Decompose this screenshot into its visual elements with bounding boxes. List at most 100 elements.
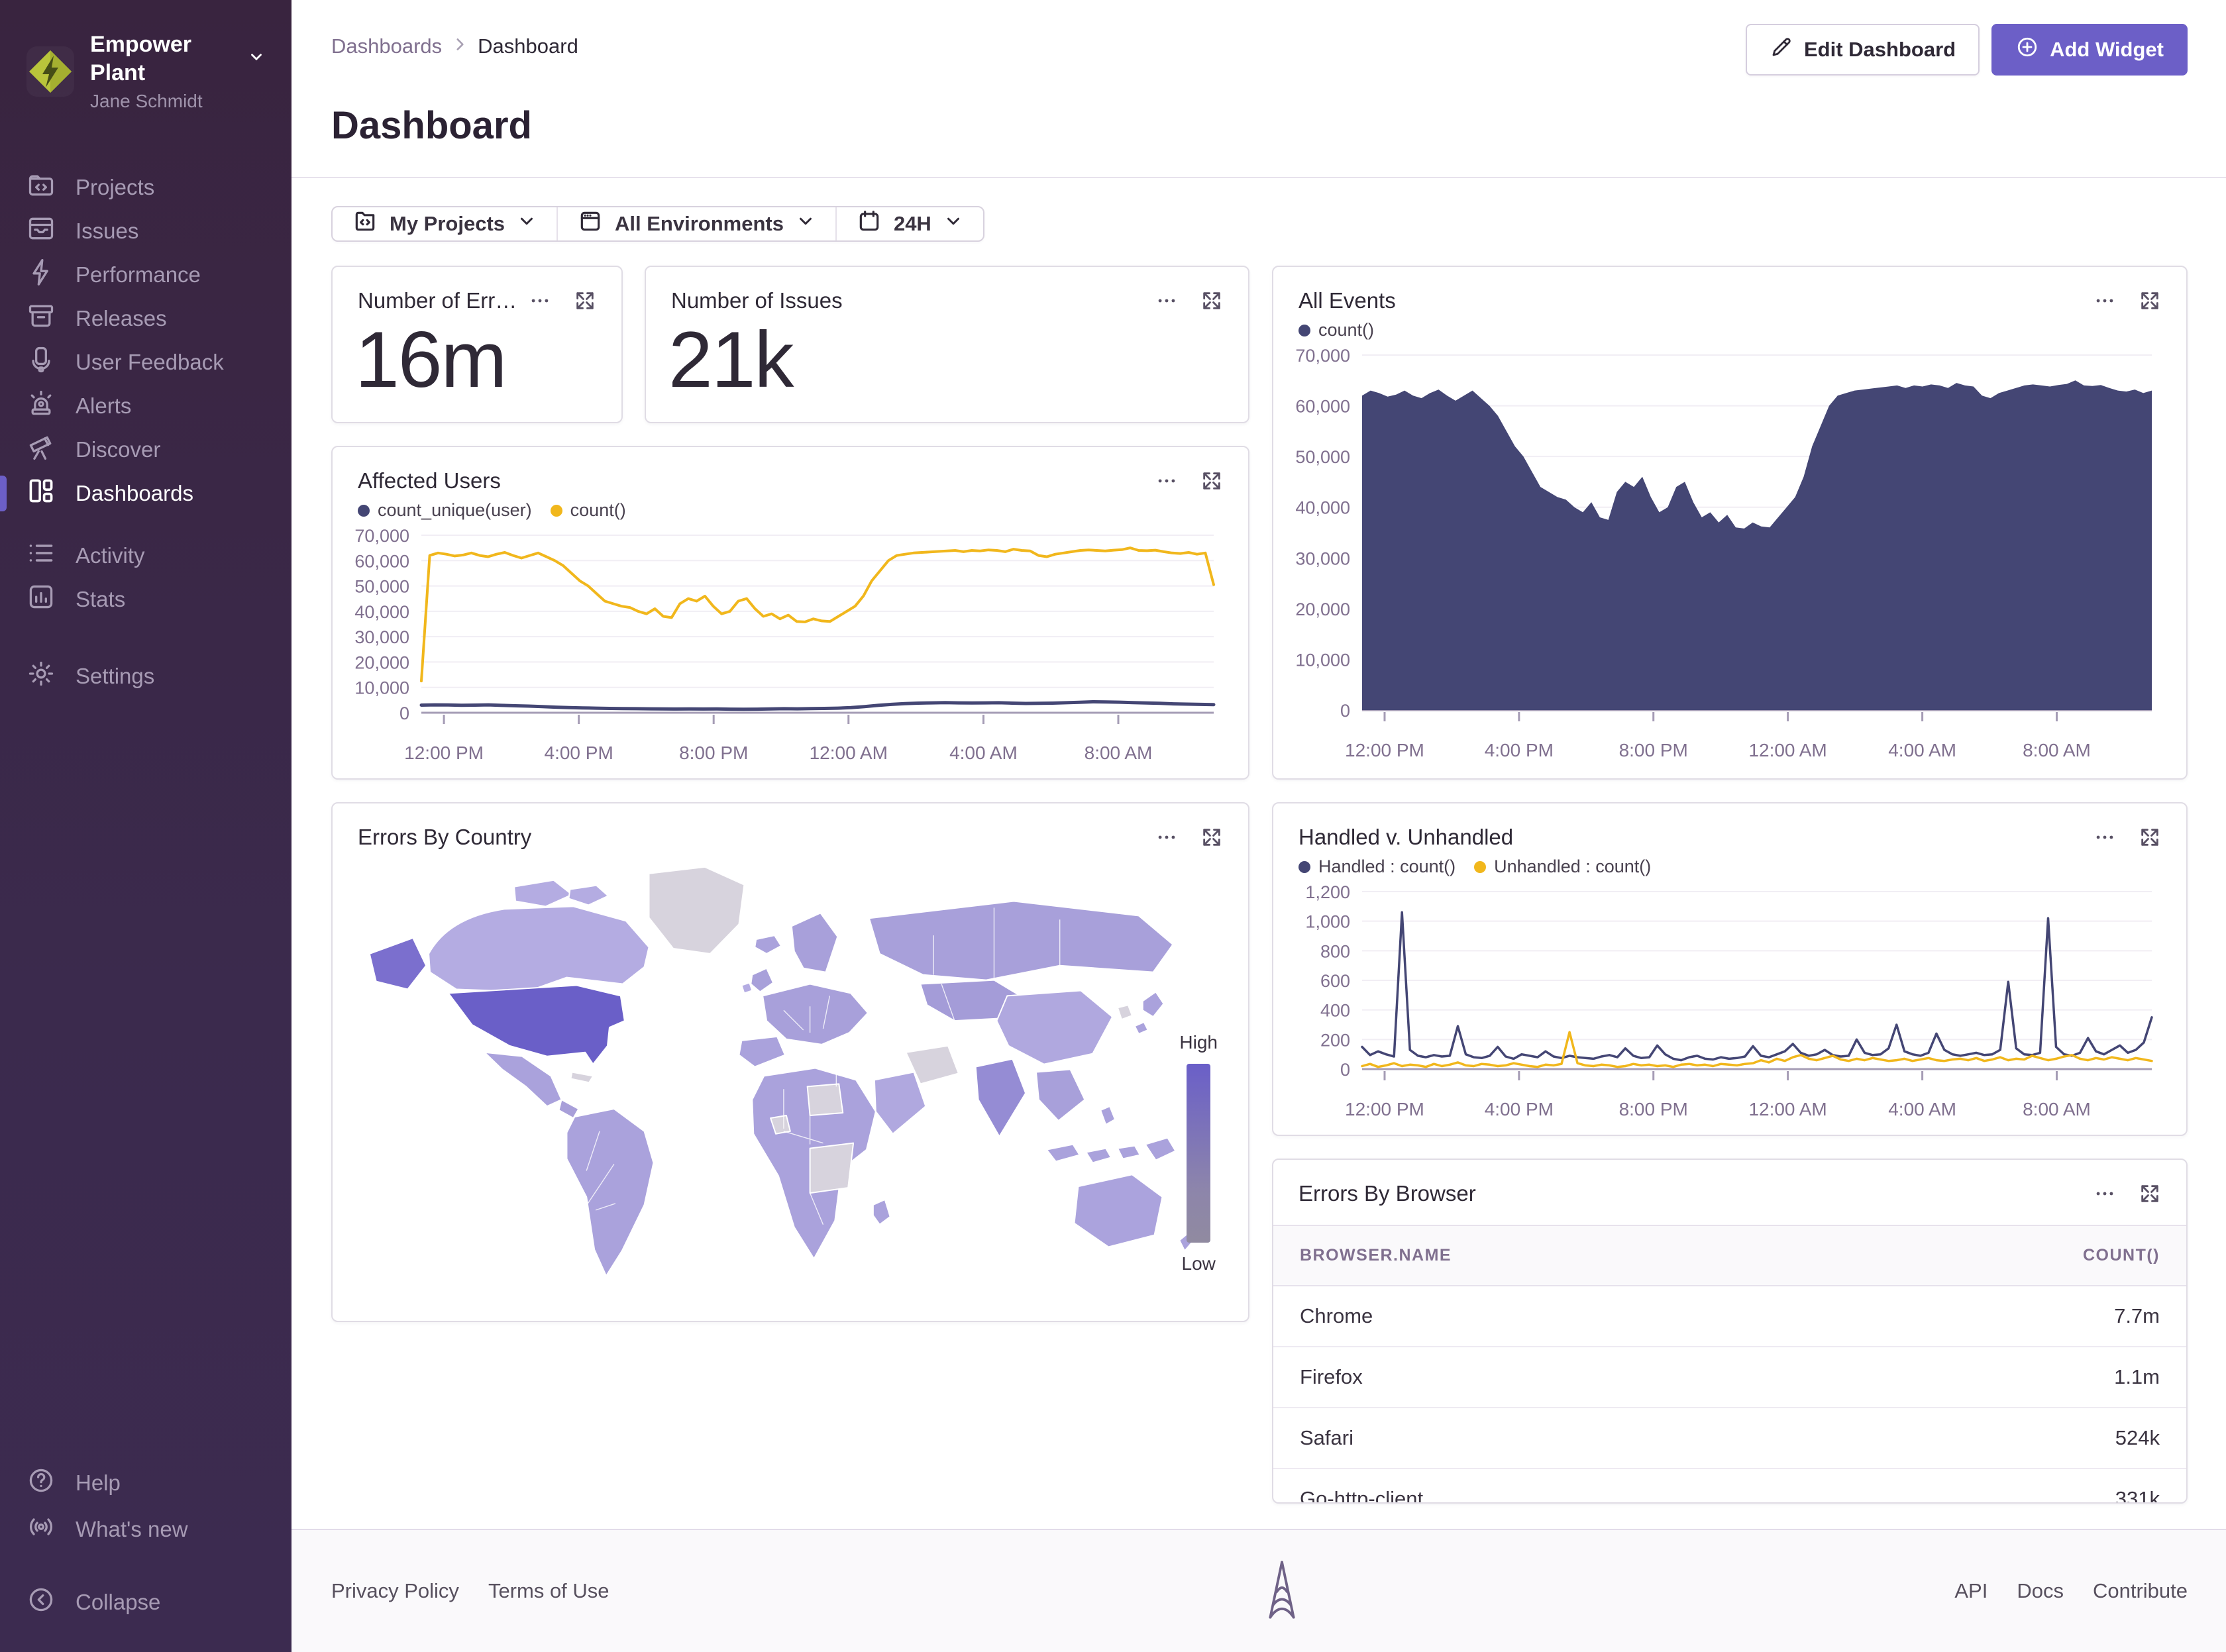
svg-text:40,000: 40,000 <box>1295 498 1350 518</box>
list-icon <box>26 539 56 573</box>
legend-item[interactable]: count_unique(user) <box>358 500 532 521</box>
org-switcher[interactable]: Empower Plant Jane Schmidt <box>0 30 292 123</box>
collapse-icon <box>26 1585 56 1620</box>
widget-expand-button[interactable] <box>1200 289 1223 312</box>
add-widget-label: Add Widget <box>2050 38 2164 62</box>
svg-text:0: 0 <box>1340 1060 1350 1080</box>
environment-filter[interactable]: All Environments <box>556 207 835 240</box>
environment-filter-value: All Environments <box>615 212 784 236</box>
color-scale <box>1187 1064 1210 1243</box>
contribute-link[interactable]: Contribute <box>2093 1579 2188 1603</box>
projects-icon <box>26 170 56 205</box>
world-map <box>333 850 1248 1292</box>
legend-item[interactable]: Handled : count() <box>1298 856 1456 877</box>
svg-text:60,000: 60,000 <box>1295 397 1350 417</box>
legend-item[interactable]: count() <box>1298 320 1374 340</box>
series-dot <box>358 505 370 517</box>
breadcrumb-current: Dashboard <box>478 34 578 58</box>
legend-item[interactable]: Unhandled : count() <box>1474 856 1651 877</box>
widget-menu-button[interactable] <box>1155 826 1178 849</box>
sidebar-item-label: User Feedback <box>76 350 224 375</box>
sidebar-item-stats[interactable]: Stats <box>0 578 292 621</box>
widget-expand-button[interactable] <box>2139 289 2161 312</box>
widget-menu-button[interactable] <box>529 289 551 312</box>
api-link[interactable]: API <box>1954 1579 1988 1603</box>
sidebar-item-user-feedback[interactable]: User Feedback <box>0 340 292 384</box>
stat-value: 21k <box>646 313 1248 399</box>
column-browser-name[interactable]: BROWSER.NAME <box>1273 1225 1832 1286</box>
svg-text:12:00 PM: 12:00 PM <box>404 743 484 763</box>
sidebar-collapse-button[interactable]: Collapse <box>0 1579 292 1626</box>
sidebar-item-releases[interactable]: Releases <box>0 297 292 340</box>
sidebar-item-help[interactable]: Help <box>0 1460 292 1506</box>
widget-expand-button[interactable] <box>1200 470 1223 492</box>
sidebar-item-label: Projects <box>76 175 154 200</box>
widget-expand-button[interactable] <box>574 289 596 312</box>
sidebar-item-performance[interactable]: Performance <box>0 253 292 297</box>
gear-icon <box>26 659 56 694</box>
widget-expand-button[interactable] <box>2139 826 2161 849</box>
time-range-filter[interactable]: 24H <box>835 207 983 240</box>
svg-text:800: 800 <box>1320 941 1350 961</box>
sidebar-item-activity[interactable]: Activity <box>0 534 292 578</box>
plus-circle-icon <box>2015 35 2039 64</box>
country-india <box>976 1059 1026 1137</box>
widget-menu-button[interactable] <box>2094 289 2116 312</box>
affected-users-chart[interactable]: 010,00020,00030,00040,00050,00060,00070,… <box>333 521 1248 773</box>
sidebar-item-issues[interactable]: Issues <box>0 209 292 253</box>
chevron-down-icon <box>943 211 963 236</box>
svg-text:8:00 AM: 8:00 AM <box>2023 1099 2091 1119</box>
widget-number-of-errors: Number of Err… 16m <box>331 266 623 423</box>
sidebar-item-alerts[interactable]: Alerts <box>0 384 292 428</box>
widget-menu-button[interactable] <box>2094 1182 2116 1205</box>
table-row: Chrome 7.7m <box>1273 1286 2186 1347</box>
widget-expand-button[interactable] <box>1200 826 1223 849</box>
svg-text:8:00 PM: 8:00 PM <box>679 743 748 763</box>
legend-item[interactable]: count() <box>551 500 626 521</box>
breadcrumb-dashboards-link[interactable]: Dashboards <box>331 34 442 58</box>
sidebar-item-projects[interactable]: Projects <box>0 166 292 209</box>
chevron-down-icon <box>796 211 816 236</box>
sidebar-item-label: Issues <box>76 219 138 244</box>
country-japan <box>1143 992 1164 1017</box>
project-filter[interactable]: My Projects <box>333 207 556 240</box>
sidebar-item-label: Collapse <box>76 1590 160 1615</box>
svg-text:600: 600 <box>1320 971 1350 991</box>
continent-europe <box>763 984 868 1045</box>
sidebar-item-settings[interactable]: Settings <box>0 654 292 698</box>
country-greenland <box>649 867 745 954</box>
sidebar-item-label: Stats <box>76 587 125 612</box>
add-widget-button[interactable]: Add Widget <box>1991 24 2188 76</box>
handled-unhandled-chart[interactable]: 02004006008001,0001,20012:00 PM4:00 PM8:… <box>1273 877 2186 1129</box>
filter-bar: My Projects All Environments 24H <box>331 206 984 242</box>
widget-affected-users: Affected Users count_unique(user) count(… <box>331 446 1249 780</box>
chevron-down-icon <box>248 44 265 73</box>
org-logo-icon <box>26 46 74 97</box>
chart-legend: Handled : count() Unhandled : count() <box>1273 850 2186 877</box>
widget-menu-button[interactable] <box>2094 826 2116 849</box>
privacy-policy-link[interactable]: Privacy Policy <box>331 1579 459 1603</box>
sidebar-item-dashboards[interactable]: Dashboards <box>0 472 292 515</box>
svg-text:10,000: 10,000 <box>1295 650 1350 670</box>
map-legend: High Low <box>1179 1032 1218 1274</box>
country-saudi-arabia <box>874 1072 926 1134</box>
bar-chart-icon <box>26 582 56 617</box>
widget-menu-button[interactable] <box>1155 470 1178 492</box>
lightning-icon <box>26 258 56 292</box>
country-korea <box>1118 1005 1132 1019</box>
widget-expand-button[interactable] <box>2139 1182 2161 1205</box>
edit-dashboard-button[interactable]: Edit Dashboard <box>1746 24 1980 76</box>
column-count[interactable]: COUNT() <box>1832 1225 2186 1286</box>
all-events-chart[interactable]: 010,00020,00030,00040,00050,00060,00070,… <box>1273 340 2186 770</box>
table-header-row: BROWSER.NAME COUNT() <box>1273 1225 2186 1286</box>
svg-text:12:00 AM: 12:00 AM <box>810 743 888 763</box>
country-mexico <box>484 1053 561 1106</box>
docs-link[interactable]: Docs <box>2017 1579 2064 1603</box>
svg-text:4:00 AM: 4:00 AM <box>1888 1099 1956 1119</box>
terms-of-use-link[interactable]: Terms of Use <box>488 1579 610 1603</box>
continent-south-america <box>566 1109 653 1276</box>
widget-menu-button[interactable] <box>1155 289 1178 312</box>
sidebar-item-discover[interactable]: Discover <box>0 428 292 472</box>
sidebar-item-whats-new[interactable]: What's new <box>0 1506 292 1553</box>
chart-legend: count_unique(user) count() <box>333 493 1248 521</box>
